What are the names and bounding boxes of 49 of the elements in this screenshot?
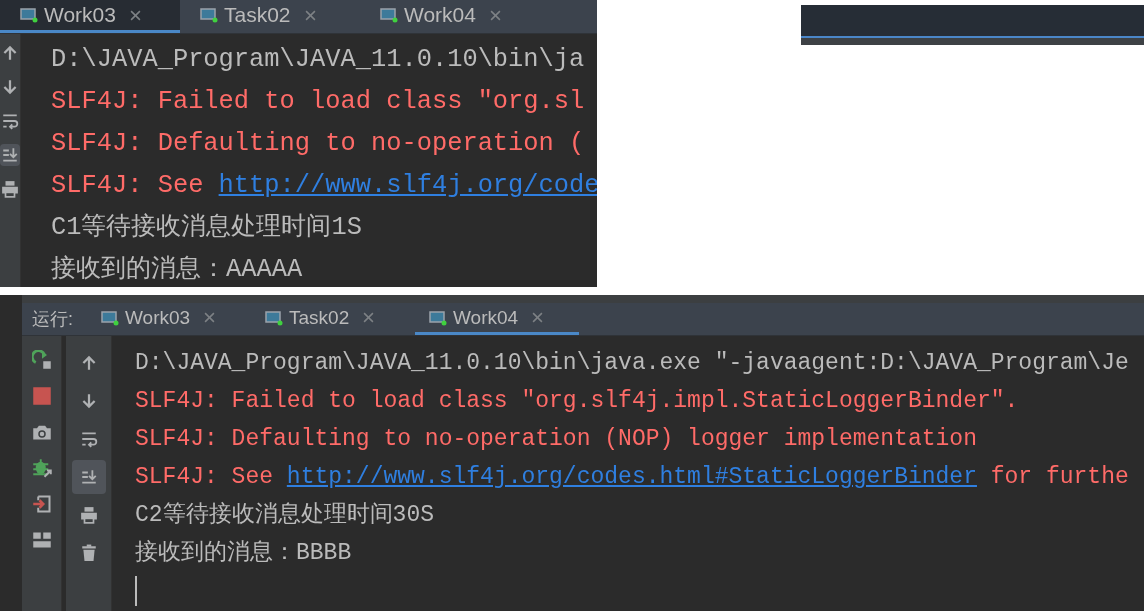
- console-text: SLF4J: See: [51, 171, 205, 200]
- scroll-to-end-icon: [79, 468, 98, 486]
- soft-wrap-icon: [79, 430, 98, 448]
- monitor-icon: [20, 7, 38, 23]
- console-line: D:\JAVA_Program\JAVA_11.0.10\bin\java.exe "-javaagent:D:\JAVA_Program\Je: [135, 350, 1129, 376]
- console-line: SLF4J: Failed to load class "org.slf4j.impl.StaticLoggerBinder".: [135, 388, 1019, 414]
- close-icon[interactable]: [130, 9, 141, 21]
- close-icon[interactable]: [204, 312, 216, 323]
- toolbar-button[interactable]: [71, 460, 106, 494]
- run-tab[interactable]: Task02: [180, 0, 360, 33]
- monitor-icon: [101, 309, 119, 326]
- bug-icon[interactable]: [31, 458, 52, 478]
- soft-wrap-icon: [1, 112, 19, 130]
- toolbar-button[interactable]: [0, 144, 20, 166]
- close-icon[interactable]: [363, 312, 375, 323]
- exit-icon[interactable]: [31, 494, 52, 514]
- console-text: for furthe: [989, 464, 1129, 490]
- console-line: C2等待接收消息处理时间30S: [135, 502, 434, 528]
- run-tab[interactable]: Work03: [87, 303, 251, 335]
- stop-icon[interactable]: [31, 386, 52, 406]
- close-icon[interactable]: [304, 9, 316, 21]
- console-line: 接收到的消息：AAAAA: [51, 255, 303, 284]
- rerun-icon[interactable]: [31, 350, 52, 370]
- up-arrow-icon: [1, 44, 19, 62]
- layout-icon[interactable]: [31, 530, 52, 550]
- console-line: C1等待接收消息处理时间1S: [51, 213, 362, 242]
- run-tab[interactable]: Work03: [0, 0, 180, 33]
- toolbar-button[interactable]: [0, 178, 20, 200]
- monitor-icon: [429, 309, 447, 326]
- trash-icon: [79, 544, 98, 562]
- scroll-to-end-icon: [1, 146, 19, 164]
- console-line: 接收到的消息：BBBB: [135, 540, 352, 566]
- console-link[interactable]: http://www.slf4j.org/codes.html#StaticLoggerBinder: [286, 464, 977, 490]
- printer-icon: [79, 506, 98, 524]
- console-line: SLF4J: Failed to load class "org.sl: [51, 87, 585, 116]
- close-icon[interactable]: [532, 312, 544, 323]
- run-tab[interactable]: Work04: [360, 0, 540, 33]
- monitor-icon: [380, 7, 398, 23]
- console-line: D:\JAVA_Program\JAVA_11.0.10\bin\ja: [51, 45, 585, 74]
- run-label: 运行:: [31, 308, 74, 331]
- down-arrow-icon: [1, 78, 19, 96]
- console-link[interactable]: http://www.slf4j.org/code: [218, 171, 597, 200]
- console-text: SLF4J: See: [135, 464, 275, 490]
- monitor-icon: [265, 309, 283, 326]
- run-tab[interactable]: Task02: [251, 303, 415, 335]
- close-icon[interactable]: [490, 9, 501, 21]
- console-line: SLF4J: Defaulting to no-operation (NOP) logger implementation: [135, 426, 977, 452]
- console-line: SLF4J: Defaulting to no-operation (: [51, 129, 585, 158]
- monitor-icon: [200, 7, 218, 23]
